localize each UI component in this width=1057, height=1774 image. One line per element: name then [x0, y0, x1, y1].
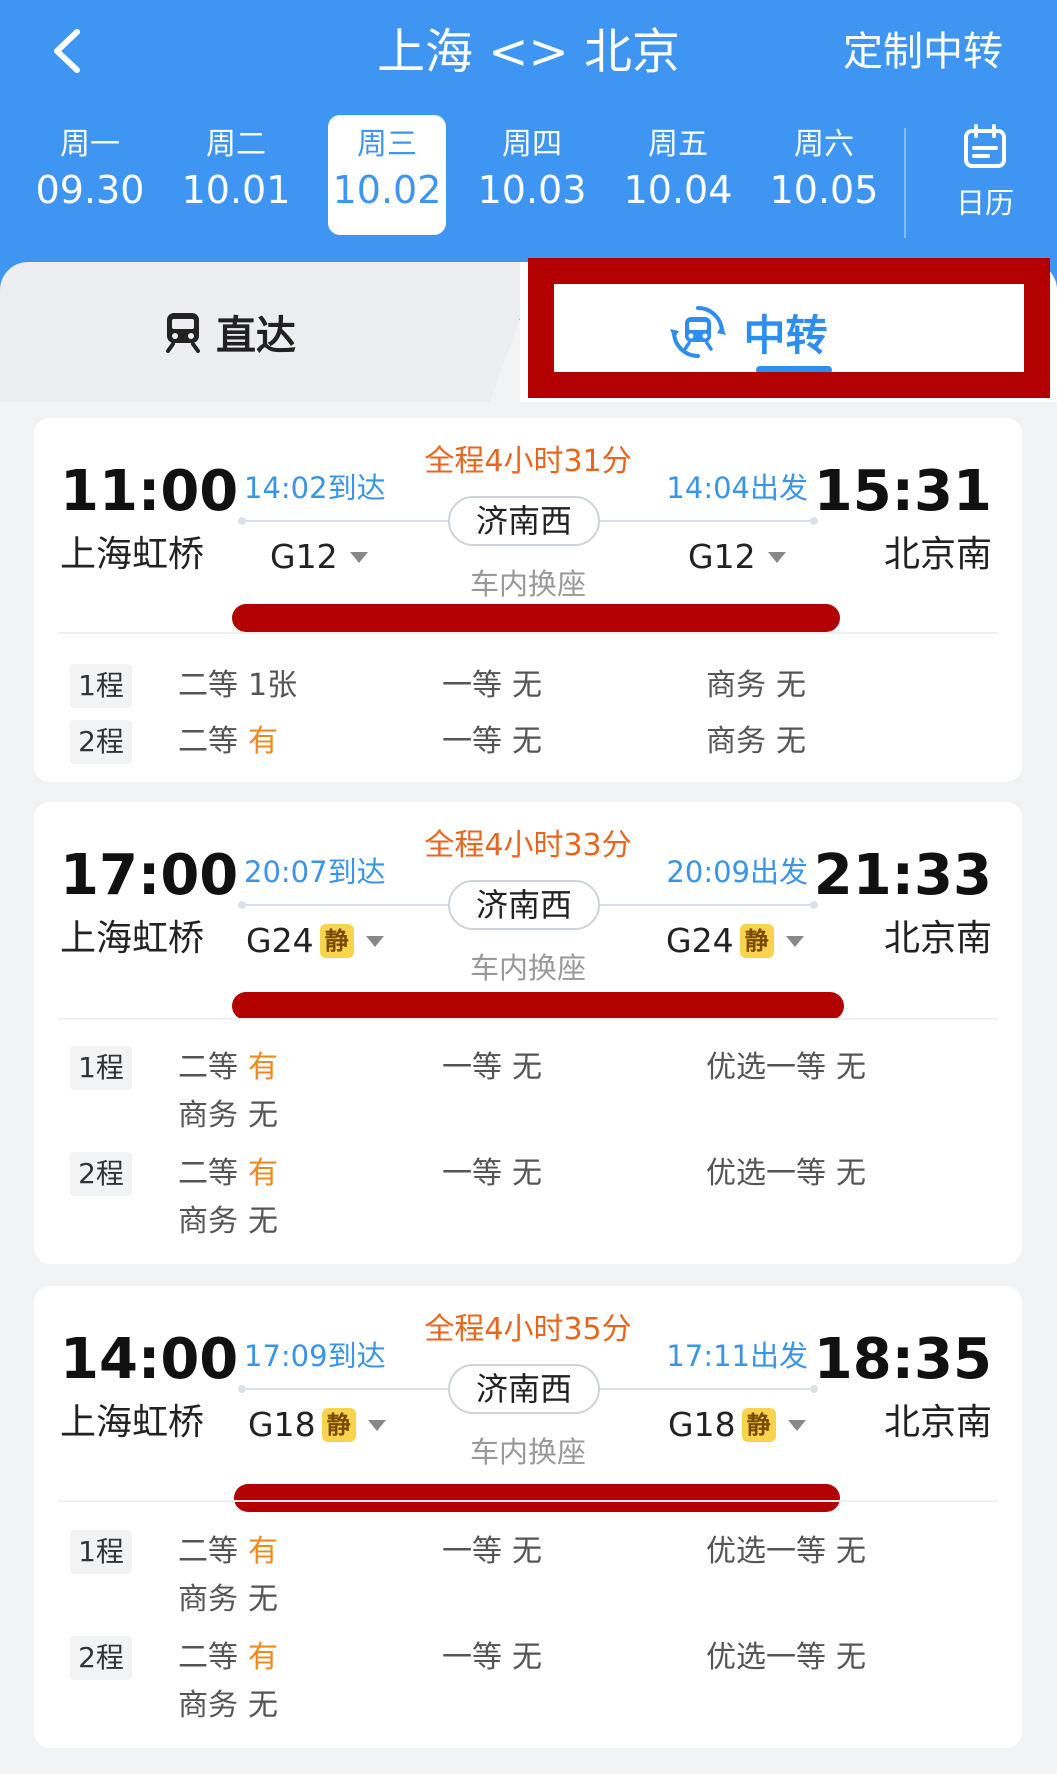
leg-label: 2程 — [70, 1152, 132, 1196]
seat-availability: 优选一等无 — [706, 1534, 866, 1569]
leg-label: 2程 — [70, 1636, 132, 1680]
seat-availability: 二等有 — [178, 1534, 278, 1569]
active-tab-indicator — [756, 366, 832, 374]
caret-down-icon — [767, 551, 786, 563]
seat-availability: 商务无 — [178, 1204, 278, 1239]
mode-tabs: 直达 中转 — [0, 262, 1057, 402]
seat-swap-note: 车内换座 — [469, 1435, 586, 1469]
departure-time: 17:00 — [60, 843, 239, 908]
route-dot — [810, 517, 818, 525]
date-item[interactable]: 周四 10.03 — [462, 115, 602, 235]
train-icon — [166, 313, 200, 353]
leg2-departure-time: 14:04出发 — [666, 471, 808, 505]
leg1-arrival-time: 20:07到达 — [244, 855, 386, 889]
tab-transfer[interactable]: 中转 — [520, 262, 1057, 402]
seat-availability: 商务无 — [178, 1582, 278, 1617]
transfer-station: 济南西 — [448, 496, 600, 546]
date-weekday: 周三 — [357, 127, 417, 162]
seat-swap-note: 车内换座 — [469, 951, 586, 985]
leg2-departure-time: 20:09出发 — [666, 855, 808, 889]
tab-transfer-label: 中转 — [743, 310, 828, 360]
calendar-button[interactable]: 日历 — [930, 124, 1040, 234]
arrival-time: 18:35 — [813, 1327, 992, 1392]
date-item[interactable]: 周二 10.01 — [166, 115, 306, 235]
calendar-label: 日历 — [955, 186, 1014, 220]
caret-down-icon — [785, 935, 804, 947]
transfer-result-card[interactable]: 全程4小时31分 11:00 上海虹桥 15:31 北京南 14:02到达 14… — [34, 418, 1022, 782]
caret-down-icon — [367, 1419, 386, 1431]
leg1-arrival-time: 17:09到达 — [244, 1339, 386, 1373]
caret-down-icon — [365, 935, 384, 947]
date-value: 10.05 — [769, 168, 879, 212]
route-dot — [238, 517, 246, 525]
divider — [58, 1018, 998, 1020]
divider — [58, 632, 998, 634]
seat-availability: 一等无 — [442, 1640, 542, 1675]
caret-down-icon — [787, 1419, 806, 1431]
seat-availability: 优选一等无 — [706, 1640, 866, 1675]
seat-availability: 二等 1张 — [178, 668, 298, 703]
leg-label: 1程 — [70, 1530, 132, 1574]
transfer-result-card[interactable]: 全程4小时33分 17:00 上海虹桥 21:33 北京南 20:07到达 20… — [34, 802, 1022, 1264]
tab-direct[interactable]: 直达 — [0, 262, 540, 402]
transfer-station: 济南西 — [448, 880, 600, 930]
date-weekday: 周二 — [206, 127, 266, 162]
date-item[interactable]: 周六 10.05 — [754, 115, 894, 235]
divider — [904, 128, 906, 238]
seat-swap-note: 车内换座 — [469, 567, 586, 601]
date-strip: 周一 09.30 周二 10.01 周三 10.02 周四 10.03 周五 1… — [20, 115, 900, 235]
divider — [58, 1500, 998, 1502]
seat-availability: 一等无 — [442, 1534, 542, 1569]
seat-availability: 优选一等无 — [706, 1050, 866, 1085]
calendar-icon — [964, 124, 1006, 168]
arrival-time: 21:33 — [813, 843, 992, 908]
seat-availability: 二等有 — [178, 724, 278, 759]
date-item-selected[interactable]: 周三 10.02 — [328, 115, 446, 235]
departure-time: 11:00 — [60, 459, 239, 524]
date-weekday: 周六 — [794, 127, 854, 162]
date-item[interactable]: 周一 09.30 — [20, 115, 160, 235]
date-item[interactable]: 周五 10.04 — [608, 115, 748, 235]
date-weekday: 周一 — [60, 127, 120, 162]
seat-availability: 一等无 — [442, 668, 542, 703]
seat-availability: 商务无 — [178, 1688, 278, 1723]
date-value: 10.03 — [477, 168, 587, 212]
transfer-station: 济南西 — [448, 1364, 600, 1414]
date-value: 10.04 — [623, 168, 733, 212]
departure-time: 14:00 — [60, 1327, 239, 1392]
seat-availability: 二等有 — [178, 1640, 278, 1675]
transfer-result-card[interactable]: 全程4小时35分 14:00 上海虹桥 18:35 北京南 17:09到达 17… — [34, 1286, 1022, 1748]
leg-label: 1程 — [70, 1046, 132, 1090]
seat-availability: 一等无 — [442, 1050, 542, 1085]
seat-availability: 商务无 — [178, 1098, 278, 1133]
route-dot — [238, 1385, 246, 1393]
leg2-departure-time: 17:11出发 — [666, 1339, 808, 1373]
highlight-underline — [232, 604, 840, 632]
seat-availability: 二等有 — [178, 1050, 278, 1085]
highlight-underline — [234, 1484, 840, 1512]
seat-availability: 优选一等无 — [706, 1156, 866, 1191]
date-value: 09.30 — [35, 168, 145, 212]
seat-availability: 商务无 — [706, 668, 806, 703]
seat-availability: 一等无 — [442, 724, 542, 759]
caret-down-icon — [349, 551, 368, 563]
transfer-train-icon — [670, 306, 727, 358]
arrival-time: 15:31 — [813, 459, 992, 524]
date-weekday: 周四 — [502, 127, 562, 162]
tab-direct-label: 直达 — [216, 313, 296, 359]
seat-availability: 商务无 — [706, 724, 806, 759]
leg1-arrival-time: 14:02到达 — [244, 471, 386, 505]
route-dot — [810, 1385, 818, 1393]
seat-availability: 一等无 — [442, 1156, 542, 1191]
date-value: 10.02 — [332, 168, 442, 212]
leg-label: 1程 — [70, 664, 132, 708]
highlight-underline — [232, 992, 844, 1020]
date-value: 10.01 — [181, 168, 291, 212]
route-dot — [238, 901, 246, 909]
route-dot — [810, 901, 818, 909]
seat-availability: 二等有 — [178, 1156, 278, 1191]
date-weekday: 周五 — [648, 127, 708, 162]
leg-label: 2程 — [70, 720, 132, 764]
custom-transfer-button[interactable]: 定制中转 — [843, 14, 1003, 90]
